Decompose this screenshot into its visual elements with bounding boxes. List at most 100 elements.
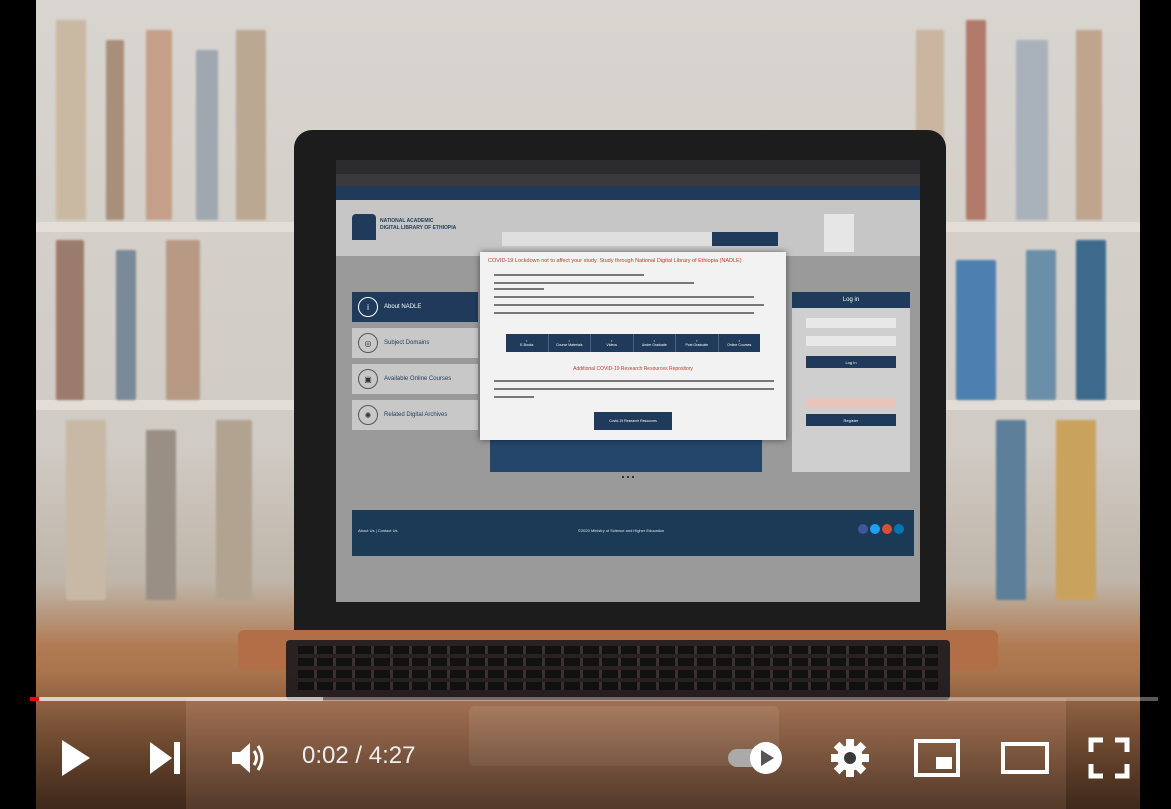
book (1056, 420, 1096, 600)
ebooks-button: ▪ E-Books (506, 334, 549, 352)
book (1026, 250, 1056, 400)
theater-mode-icon (1001, 742, 1049, 774)
menu-item-digital-archives: ✺ Related Digital Archives (352, 400, 478, 430)
button-label: Course Materials (556, 343, 583, 347)
login-title: Log in (792, 292, 910, 308)
twitter-icon (870, 524, 880, 534)
login-button: Log In (806, 356, 896, 368)
modal-text-line (494, 380, 774, 382)
modal-text-line (494, 304, 764, 306)
volume-icon (232, 743, 264, 773)
volume-button[interactable] (228, 738, 268, 778)
book (106, 40, 124, 220)
online-courses-button: ▪ Online Courses (719, 334, 761, 352)
browser-tab-bar (336, 160, 920, 174)
book (166, 240, 200, 400)
fullscreen-button[interactable] (1084, 734, 1134, 782)
book (216, 420, 252, 600)
forgot-button (806, 398, 896, 408)
facebook-icon (858, 524, 868, 534)
book (146, 30, 172, 220)
fullscreen-icon (1088, 737, 1130, 779)
menu-item-label: About NADLE (384, 304, 422, 310)
site-logo-icon (352, 214, 376, 240)
button-label: E-Books (520, 343, 534, 347)
modal-text-line (494, 396, 534, 398)
book (236, 30, 266, 220)
browser-address-bar (336, 174, 920, 186)
logo-line2: DIGITAL LIBRARY OF ETHIOPIA (380, 225, 457, 231)
video-player[interactable]: NATIONAL ACADEMIC DIGITAL LIBRARY OF ETH… (0, 0, 1171, 809)
laptop-screen: NATIONAL ACADEMIC DIGITAL LIBRARY OF ETH… (336, 160, 920, 602)
site-top-bar (336, 186, 920, 200)
modal-text-line (494, 312, 754, 314)
archives-icon: ✺ (358, 405, 378, 425)
button-label: Post Graduate (685, 343, 709, 347)
carousel-dots (622, 476, 636, 478)
info-icon: i (358, 297, 378, 317)
book (1076, 30, 1102, 220)
miniplayer-button[interactable] (910, 734, 964, 782)
book (56, 20, 86, 220)
modal-text-line (494, 288, 544, 290)
progress-played (30, 697, 40, 701)
post-graduate-button: ▪ Post Graduate (676, 334, 719, 352)
site-header: NATIONAL ACADEMIC DIGITAL LIBRARY OF ETH… (336, 200, 920, 256)
course-materials-button: ▪ Course Materials (549, 334, 591, 352)
modal-button-row: ▪ E-Books ▪ Course Materials ▪ Videos ▪ Unde… (506, 334, 760, 352)
book (966, 20, 986, 220)
covid-modal: COVID-19 Lockdown not to affect your stu… (480, 252, 786, 440)
theater-mode-button[interactable] (996, 734, 1054, 782)
play-button[interactable] (55, 738, 95, 778)
covid-resources-button: Covid-19 Research Resources (594, 412, 672, 430)
settings-button[interactable] (826, 734, 874, 782)
modal-subtitle: Additional COVID-19 Research Resources R… (573, 366, 693, 372)
menu-item-subject-domains: ◎ Subject Domains (352, 328, 478, 358)
current-time: 0:02 (302, 742, 349, 769)
google-plus-icon (882, 524, 892, 534)
modal-text-line (494, 274, 644, 276)
modal-text-line (494, 282, 694, 284)
play-icon (62, 740, 90, 776)
settings-gear-icon (831, 739, 869, 777)
next-button[interactable] (145, 738, 185, 778)
site-footer: About Us | Contact Us ©2020 Ministry of … (352, 510, 914, 556)
videos-button: ▪ Videos (591, 334, 634, 352)
domains-icon: ◎ (358, 333, 378, 353)
progress-bar[interactable] (30, 697, 1158, 701)
ministry-emblem-icon (824, 214, 854, 252)
miniplayer-icon (914, 739, 960, 777)
book (146, 430, 176, 600)
book (956, 260, 996, 400)
next-icon (150, 742, 180, 774)
book (1076, 240, 1106, 400)
linkedin-icon (894, 524, 904, 534)
book (116, 250, 136, 400)
key-row (298, 646, 938, 654)
modal-text-line (494, 296, 754, 298)
menu-item-label: Related Digital Archives (384, 412, 448, 418)
register-button: Register (806, 414, 896, 426)
key-row (298, 658, 938, 666)
autoplay-toggle[interactable] (726, 738, 786, 778)
progress-loaded (30, 697, 324, 701)
book (996, 420, 1026, 600)
site-logo-text: NATIONAL ACADEMIC DIGITAL LIBRARY OF ETH… (380, 218, 456, 232)
book (196, 50, 218, 220)
time-separator: / (348, 742, 369, 769)
autoplay-toggle-icon (728, 742, 782, 774)
time-display: 0:02 / 4:27 (302, 742, 415, 770)
modal-text-line (494, 388, 774, 390)
menu-item-label: Subject Domains (384, 340, 430, 346)
footer-copyright: ©2020 Ministry of Science and Higher Edu… (578, 528, 665, 533)
button-label: Videos (606, 343, 618, 347)
password-field (806, 336, 896, 346)
book (1016, 40, 1048, 220)
button-label: Under Graduate (641, 343, 667, 347)
menu-item-about: i About NADLE (352, 292, 478, 322)
site-search-input (502, 232, 712, 246)
login-panel: Log in Log In Register (792, 292, 910, 472)
under-graduate-button: ▪ Under Graduate (634, 334, 676, 352)
modal-title: COVID-19 Lockdown not to affect your stu… (488, 258, 742, 264)
username-field (806, 318, 896, 328)
